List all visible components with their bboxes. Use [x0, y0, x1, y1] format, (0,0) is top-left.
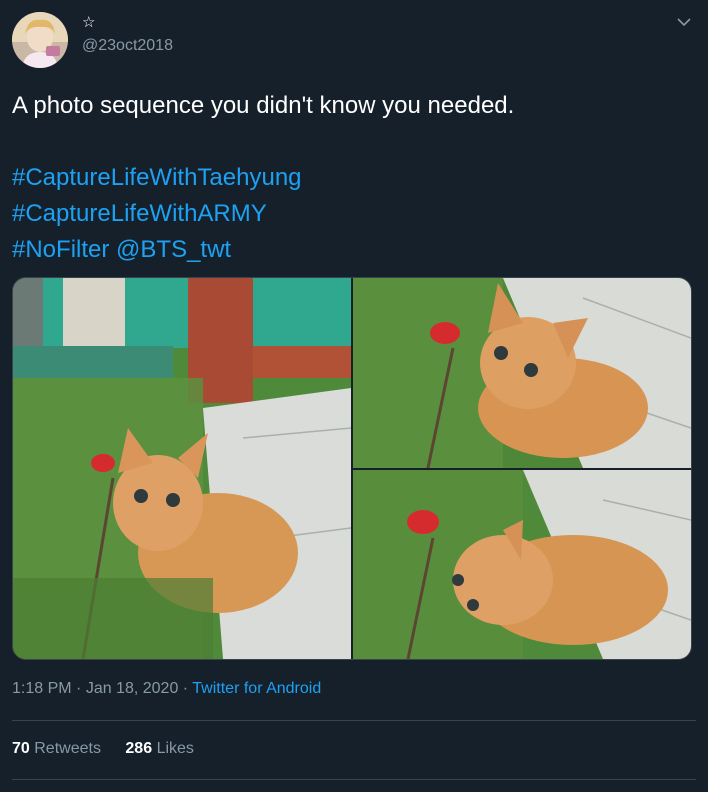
chevron-down-icon[interactable] [672, 10, 696, 34]
meta-separator: · [71, 680, 86, 697]
tweet-text: A photo sequence you didn't know you nee… [12, 88, 692, 268]
tweet-source-link[interactable]: Twitter for Android [192, 680, 321, 697]
user-handle[interactable]: @23oct2018 [82, 37, 173, 55]
photo-2[interactable] [353, 278, 691, 468]
tweet-date[interactable]: Jan 18, 2020 [86, 680, 179, 697]
photo-3[interactable] [353, 470, 691, 659]
display-name-star[interactable]: ☆ [82, 14, 95, 32]
mention-bts-twt[interactable]: @BTS_twt [116, 236, 231, 263]
meta-separator: · [178, 680, 193, 697]
tweet-stats: 70 Retweets 286 Likes [12, 740, 214, 758]
likes-stat[interactable]: 286 Likes [125, 740, 194, 757]
retweets-count: 70 [12, 740, 30, 757]
likes-label: Likes [156, 740, 194, 757]
hashtag-capture-life-with-army[interactable]: #CaptureLifeWithARMY [12, 196, 692, 232]
divider [12, 779, 696, 780]
divider [12, 720, 696, 721]
media-grid [12, 277, 692, 660]
retweets-stat[interactable]: 70 Retweets [12, 740, 101, 757]
tweet-time[interactable]: 1:18 PM [12, 680, 72, 697]
photo-1[interactable] [13, 278, 351, 659]
avatar[interactable] [12, 12, 68, 68]
hashtag-nofilter[interactable]: #NoFilter [12, 236, 109, 263]
likes-count: 286 [125, 740, 153, 757]
hashtag-capture-life-with-taehyung[interactable]: #CaptureLifeWithTaehyung [12, 160, 692, 196]
tweet-body: A photo sequence you didn't know you nee… [12, 92, 515, 119]
tweet-meta: 1:18 PM · Jan 18, 2020 · Twitter for And… [12, 680, 321, 698]
retweets-label: Retweets [34, 740, 101, 757]
